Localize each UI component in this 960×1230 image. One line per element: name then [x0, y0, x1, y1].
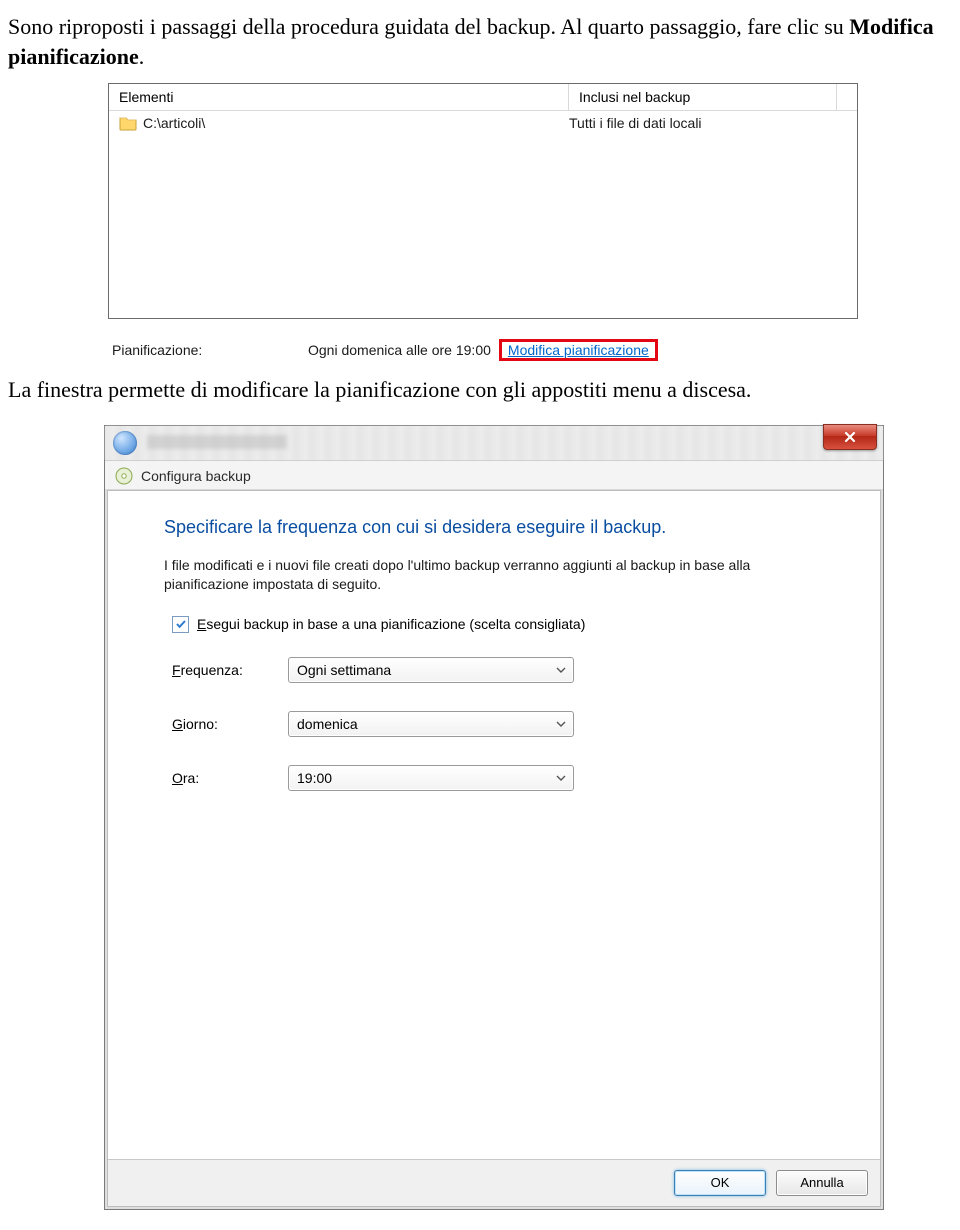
para1-text-b: .	[139, 44, 145, 69]
titlebar	[105, 426, 883, 461]
paragraph-2: La finestra permette di modificare la pi…	[8, 375, 952, 405]
screenshot-schedule-dialog: Configura backup Specificare la frequenz…	[104, 425, 884, 1210]
list-item[interactable]: C:\articoli\ Tutti i file di dati locali	[109, 111, 857, 131]
title-blurred	[147, 435, 287, 449]
item-included-desc: Tutti i file di dati locali	[569, 115, 847, 131]
combobox-day-value: domenica	[297, 716, 358, 732]
close-button[interactable]	[823, 424, 877, 450]
combobox-frequency[interactable]: Ogni settimana	[288, 657, 574, 683]
dialog-window: Configura backup Specificare la frequenz…	[104, 425, 884, 1210]
combobox-hour-value: 19:00	[297, 770, 332, 786]
label-hour: Ora:	[172, 770, 288, 786]
combobox-frequency-value: Ogni settimana	[297, 662, 391, 678]
checkbox-label: Esegui backup in base a una pianificazio…	[197, 616, 585, 632]
dialog-body: Specificare la frequenza con cui si desi…	[107, 490, 881, 1207]
subheader-text: Configura backup	[141, 468, 251, 484]
screenshot-items-panel: Elementi Inclusi nel backup C:\articoli\…	[108, 83, 858, 365]
para1-text-a: Sono riproposti i passaggi della procedu…	[8, 14, 849, 39]
label-day: Giorno:	[172, 716, 288, 732]
back-icon[interactable]	[113, 431, 137, 455]
combobox-hour[interactable]: 19:00	[288, 765, 574, 791]
disc-icon	[115, 467, 133, 485]
dialog-empty-space	[164, 819, 830, 1149]
modify-schedule-highlight: Modifica pianificazione	[499, 339, 658, 361]
paragraph-1: Sono riproposti i passaggi della procedu…	[8, 12, 952, 71]
close-icon	[843, 431, 857, 443]
folder-icon	[119, 115, 137, 131]
schedule-checkbox[interactable]	[172, 616, 189, 633]
item-path: C:\articoli\	[143, 115, 205, 131]
column-headers: Elementi Inclusi nel backup	[109, 84, 857, 111]
subheader: Configura backup	[105, 461, 883, 490]
chevron-down-icon	[553, 716, 569, 732]
field-hour: Ora: 19:00	[172, 765, 830, 791]
chevron-down-icon	[553, 770, 569, 786]
schedule-label: Pianificazione:	[112, 342, 308, 358]
combobox-day[interactable]: domenica	[288, 711, 574, 737]
column-header-spacer	[836, 84, 857, 110]
ok-button[interactable]: OK	[674, 1170, 766, 1196]
cancel-button[interactable]: Annulla	[776, 1170, 868, 1196]
checkbox-row-schedule[interactable]: Esegui backup in base a una pianificazio…	[172, 616, 830, 633]
column-header-included[interactable]: Inclusi nel backup	[569, 84, 836, 110]
chevron-down-icon	[553, 662, 569, 678]
column-header-elements[interactable]: Elementi	[109, 84, 569, 110]
label-frequency: Frequenza:	[172, 662, 288, 678]
field-frequency: Frequenza: Ogni settimana	[172, 657, 830, 683]
dialog-description: I file modificati e i nuovi file creati …	[164, 556, 830, 594]
items-listbox: Elementi Inclusi nel backup C:\articoli\…	[108, 83, 858, 319]
dialog-heading: Specificare la frequenza con cui si desi…	[164, 517, 830, 538]
modify-schedule-link[interactable]: Modifica pianificazione	[508, 342, 649, 358]
dialog-footer: OK Annulla	[108, 1159, 880, 1206]
schedule-value: Ogni domenica alle ore 19:00	[308, 342, 491, 358]
field-day: Giorno: domenica	[172, 711, 830, 737]
